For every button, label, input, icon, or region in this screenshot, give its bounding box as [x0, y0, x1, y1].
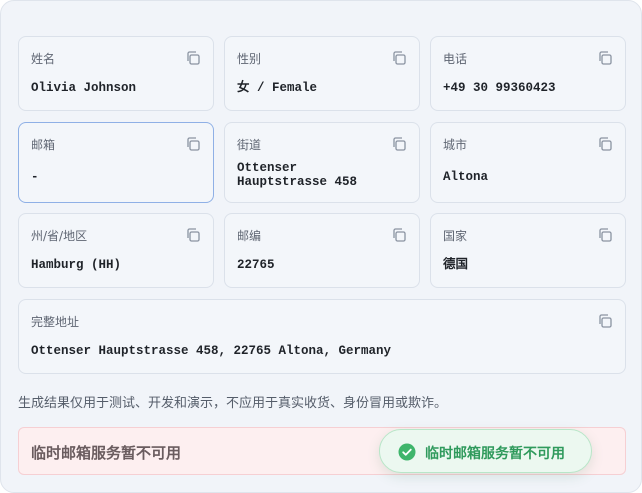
field-label: 邮箱 — [31, 138, 56, 152]
address-generator-panel: 姓名 Olivia Johnson 性别 女 / Female 电话 +49 3… — [0, 0, 642, 493]
field-value: - — [31, 170, 39, 184]
disclaimer-text: 生成结果仅用于测试、开发和演示，不应用于真实收货、身份冒用或欺诈。 — [18, 396, 448, 411]
field-value: Ottenser Hauptstrasse 458, 22765 Altona,… — [31, 344, 392, 358]
field-label: 性别 — [237, 52, 262, 66]
field-value: 德国 — [443, 258, 469, 272]
field-label: 邮编 — [237, 229, 262, 243]
field-label: 国家 — [443, 229, 468, 243]
alert-text: 临时邮箱服务暂不可用 — [31, 444, 182, 462]
copy-icon[interactable] — [597, 136, 613, 152]
field-card-gender[interactable]: 性别 女 / Female — [224, 36, 420, 111]
field-card-name[interactable]: 姓名 Olivia Johnson — [18, 36, 214, 111]
field-card-state[interactable]: 州/省/地区 Hamburg (HH) — [18, 213, 214, 288]
field-value: Altona — [443, 170, 489, 184]
check-circle-icon — [398, 443, 416, 461]
field-card-full-address[interactable]: 完整地址 Ottenser Hauptstrasse 458, 22765 Al… — [18, 299, 626, 374]
copy-icon[interactable] — [185, 136, 201, 152]
field-card-street[interactable]: 街道 Ottenser Hauptstrasse 458 — [224, 122, 420, 203]
field-card-postcode[interactable]: 邮编 22765 — [224, 213, 420, 288]
copy-icon[interactable] — [391, 50, 407, 66]
field-value: Hamburg (HH) — [31, 258, 122, 272]
field-value: Olivia Johnson — [31, 81, 137, 95]
copy-icon[interactable] — [391, 227, 407, 243]
toast-text: 临时邮箱服务暂不可用 — [425, 446, 565, 462]
copy-icon[interactable] — [597, 227, 613, 243]
copy-icon[interactable] — [185, 50, 201, 66]
field-value: Ottenser Hauptstrasse 458 — [237, 161, 358, 189]
copy-icon[interactable] — [597, 50, 613, 66]
field-value: +49 30 99360423 — [443, 81, 556, 95]
field-value: 女 / Female — [237, 81, 318, 95]
toast-notification[interactable]: 临时邮箱服务暂不可用 — [379, 429, 592, 473]
copy-icon[interactable] — [391, 136, 407, 152]
field-label: 州/省/地区 — [31, 229, 88, 243]
field-card-phone[interactable]: 电话 +49 30 99360423 — [430, 36, 626, 111]
field-card-email[interactable]: 邮箱 - — [18, 122, 214, 203]
field-label: 电话 — [443, 52, 468, 66]
field-label: 街道 — [237, 138, 262, 152]
field-label: 姓名 — [31, 52, 56, 66]
field-card-city[interactable]: 城市 Altona — [430, 122, 626, 203]
field-value: 22765 — [237, 258, 275, 272]
field-card-country[interactable]: 国家 德国 — [430, 213, 626, 288]
field-label: 城市 — [443, 138, 468, 152]
field-label: 完整地址 — [31, 315, 80, 329]
copy-icon[interactable] — [597, 313, 613, 329]
copy-icon[interactable] — [185, 227, 201, 243]
